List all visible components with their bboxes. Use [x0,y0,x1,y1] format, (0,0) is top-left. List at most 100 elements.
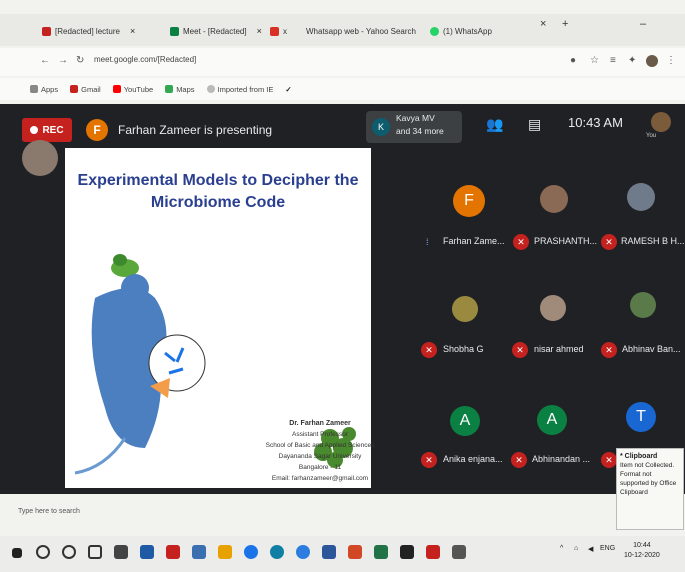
chrome-icon[interactable] [244,545,258,559]
whatsapp-icon [430,26,439,36]
mic-off-icon: ✕ [421,342,437,358]
recording-badge: REC [22,118,72,142]
clipboard-popup[interactable]: * Clipboard Item not Collected. Format n… [616,448,684,530]
bookmark-youtube[interactable]: YouTube [112,84,154,94]
tab-2[interactable]: Meet - [Redacted] × [170,20,270,42]
word-icon[interactable] [322,545,336,559]
clipboard-title: * Clipboard [620,453,658,460]
app-icon[interactable] [452,545,466,559]
tab-1[interactable]: [Redacted] lecture × [42,20,162,42]
edge-icon[interactable] [270,545,284,559]
bookmark-bar: Apps Gmail YouTube Maps Imported from IE… [0,78,685,100]
mic-off-icon: ✕ [513,234,529,250]
profile-avatar[interactable] [646,55,658,67]
speaker-info: Dr. Farhan Zameer Assistant Professor Sc… [255,418,385,484]
participant-avatar: A [450,406,480,436]
tab-5[interactable]: (1) WhatsApp [430,20,550,42]
close-icon[interactable]: × [130,26,135,36]
pin-icon[interactable]: ✦ [628,55,636,66]
new-tab-button[interactable]: + [562,18,568,30]
tab-3[interactable]: x [270,20,300,42]
speaker-name: Dr. Farhan Zameer [289,420,351,427]
powerpoint-icon[interactable] [348,545,362,559]
extension-icon[interactable]: ≡ [610,55,616,66]
mail-icon[interactable] [140,545,154,559]
cortana-icon[interactable] [62,545,76,559]
file-explorer-icon[interactable] [218,545,232,559]
acrobat-icon[interactable] [426,545,440,559]
presenter-avatar: F [86,119,108,141]
presentation-slide: Experimental Models to Decipher the Micr… [65,148,374,488]
reload-icon[interactable]: ↻ [76,55,84,66]
people-icon[interactable]: 👥 [486,116,503,133]
minimize-button[interactable]: – [640,18,646,30]
self-avatar[interactable] [651,112,671,132]
taskbar-time: 10:44 [633,542,651,549]
participant-name: RAMESH B H... [621,236,685,246]
participant-avatar [627,183,655,211]
speaker-university: Dayananda Sagar University [278,453,362,460]
participant-name: Farhan Zame... [443,236,505,246]
presenting-text: Farhan Zameer is presenting [118,123,273,137]
speaker-city: Bangalore - 11 [298,464,342,471]
maps-icon [165,85,174,93]
app-icon[interactable] [166,545,180,559]
clipboard-body: Item not Collected. Format not supported… [620,462,677,496]
participant-avatar: A [537,405,567,435]
mic-off-icon: ✕ [421,452,437,468]
tab-2-label: Meet - [Redacted] [183,26,247,36]
participant-name: PRASHANTH... [534,236,598,246]
audio-icon: ⁞ [426,237,429,247]
participant-avatar [540,295,566,321]
store-icon[interactable] [192,545,206,559]
speaker-role: Assistant Professor [292,431,348,438]
bookmark-gmail[interactable]: Gmail [70,85,101,94]
participant-name: Abhinav Ban... [622,344,681,354]
close-icon[interactable]: × [257,26,262,36]
windows-start-icon[interactable] [12,548,22,558]
close-tab-icon[interactable]: × [540,18,546,30]
meeting-clock: 10:43 AM [568,115,623,130]
participant-avatar: F [453,185,485,217]
tab-1-label: [Redacted] lecture [55,26,120,36]
bookmark-label: Gmail [81,84,101,94]
menu-icon[interactable]: ⋮ [666,55,676,66]
taskbar-clock[interactable]: 10:44 10-12-2020 [624,541,660,561]
camera-icon[interactable]: ● [570,55,576,66]
taskbar-date: 10-12-2020 [624,552,660,559]
record-dot-icon [30,126,39,134]
task-view-icon[interactable] [88,545,102,559]
network-icon[interactable]: ⌂ [574,545,578,552]
mic-off-icon: ✕ [601,342,617,358]
forward-icon[interactable]: → [58,55,68,66]
bookmark-apps[interactable]: Apps [30,85,58,94]
presenter-camera [22,140,58,176]
participant-name: nisar ahmed [534,344,584,354]
app-icon[interactable] [400,545,414,559]
address-bar[interactable]: meet.google.com/[Redacted] [94,55,196,64]
bookmark-label: Maps [176,84,195,94]
self-label: You [646,133,657,139]
volume-icon[interactable]: ◀ [588,545,593,553]
bookmark-maps[interactable]: Maps [165,84,195,94]
gmail-icon [42,26,51,36]
tray-chevron-icon[interactable]: ^ [560,545,563,552]
tab-4[interactable]: Whatsapp web - Yahoo Search × [302,20,426,42]
chat-icon[interactable]: ▤ [528,116,541,133]
excel-icon[interactable] [374,545,388,559]
participant-count: and 34 more [396,126,444,136]
bookmark-label: YouTube [123,84,154,94]
search-icon[interactable] [36,545,50,559]
language-indicator[interactable]: ENG [600,545,615,552]
participant-avatar: T [626,402,656,432]
back-icon[interactable]: ← [40,55,50,66]
bookmark-label: Imported from IE [217,84,274,94]
star-icon[interactable]: ☆ [590,55,599,66]
bookmark-imported[interactable]: Imported from IE [206,84,274,94]
screen: [Redacted] lecture × Meet - [Redacted] ×… [0,0,685,572]
rec-label: REC [42,124,64,136]
search-hint: Type here to search [18,508,80,515]
app-icon[interactable] [114,545,128,559]
zoom-icon[interactable] [296,545,310,559]
mic-off-icon: ✕ [601,452,617,468]
